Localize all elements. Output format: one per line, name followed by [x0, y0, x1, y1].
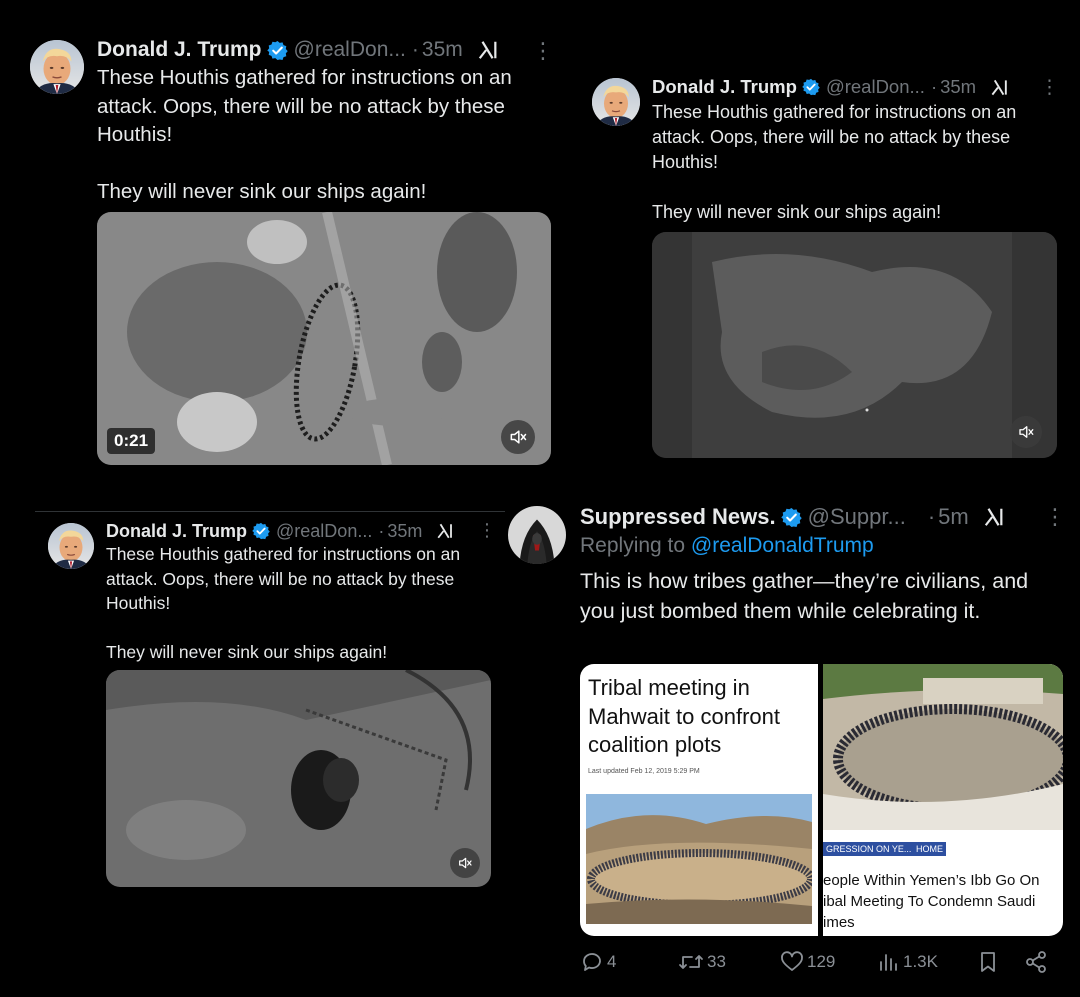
- repost-icon: [679, 955, 703, 969]
- verified-badge-icon: [802, 78, 820, 96]
- avatar[interactable]: [48, 523, 94, 569]
- video-frame: [106, 670, 491, 887]
- avatar[interactable]: [508, 506, 566, 564]
- avatar[interactable]: [30, 40, 84, 94]
- muted-speaker-icon: [1017, 423, 1035, 441]
- grok-icon[interactable]: [477, 39, 499, 61]
- timestamp[interactable]: 35m: [422, 38, 463, 62]
- like-button[interactable]: 129: [780, 950, 835, 974]
- avatar[interactable]: [592, 78, 640, 126]
- avatar-image: [508, 506, 566, 564]
- article-headline: eople Within Yemen’s Ibb Go On ibal Meet…: [823, 870, 1059, 933]
- mute-button[interactable]: [450, 848, 480, 878]
- views-button[interactable]: 1.3K: [878, 950, 938, 974]
- grok-icon[interactable]: [983, 506, 1005, 528]
- video-frame: [97, 212, 551, 465]
- tweet-video[interactable]: [652, 232, 1057, 458]
- category-tag: GRESSION ON YE...: [823, 842, 915, 856]
- divider: [35, 511, 505, 512]
- bookmark-button[interactable]: [977, 950, 1002, 974]
- tweet-text: These Houthis gathered for instructions …: [106, 544, 461, 662]
- author-handle[interactable]: @realDon...: [294, 38, 406, 62]
- verified-badge-icon: [267, 40, 288, 61]
- replying-to-link[interactable]: @realDonaldTrump: [691, 534, 874, 557]
- headline-line: ibal Meeting To Condemn Saudi: [823, 893, 1036, 910]
- reply-button[interactable]: 4: [580, 950, 616, 974]
- author-name[interactable]: Donald J. Trump: [106, 521, 247, 542]
- tweet-header: Donald J. Trump @realDon... · 35m: [97, 36, 499, 64]
- headline-line: eople Within Yemen’s Ibb Go On: [823, 872, 1040, 889]
- article-title: Tribal meeting in Mahwait to confront co…: [588, 675, 780, 757]
- author-name[interactable]: Donald J. Trump: [652, 76, 797, 98]
- muted-speaker-icon: [457, 855, 473, 871]
- author-handle[interactable]: @Suppr...: [808, 504, 906, 530]
- grok-icon[interactable]: [436, 522, 454, 540]
- views-icon: [880, 954, 897, 971]
- video-duration: 0:21: [107, 428, 156, 454]
- separator-dot: ·: [930, 76, 938, 97]
- tweet-text: These Houthis gathered for instructions …: [97, 66, 512, 203]
- tweet-video[interactable]: [97, 212, 551, 465]
- avatar-image: [48, 523, 94, 569]
- mute-button[interactable]: [1010, 416, 1042, 448]
- more-options-icon[interactable]: ⋮: [1040, 76, 1059, 99]
- repost-button[interactable]: 33: [678, 950, 726, 974]
- reply-count: 4: [607, 952, 617, 971]
- reply-icon: [583, 953, 601, 971]
- view-count: 1.3K: [903, 952, 938, 971]
- replying-to-label: Replying to: [580, 534, 691, 557]
- tweet-header: Suppressed News. @Suppr... · 5m: [580, 502, 1005, 532]
- repost-count: 33: [707, 952, 726, 971]
- muted-speaker-icon: [508, 427, 528, 447]
- separator-dot: ·: [378, 520, 385, 541]
- tweet-header: Donald J. Trump @realDon... · 35m: [106, 518, 454, 544]
- tweet-text: This is how tribes gather—they’re civili…: [580, 569, 1035, 623]
- tweet-video[interactable]: [106, 670, 491, 887]
- tweet-text: These Houthis gathered for instructions …: [652, 102, 1017, 222]
- separator-dot: ·: [411, 38, 419, 61]
- headline-line: imes: [823, 914, 855, 931]
- more-options-icon[interactable]: ⋮: [1044, 504, 1066, 530]
- avatar-image: [592, 78, 640, 126]
- more-options-icon[interactable]: ⋮: [478, 520, 496, 541]
- verified-badge-icon: [781, 507, 802, 528]
- like-count: 129: [807, 952, 836, 971]
- author-name[interactable]: Donald J. Trump: [97, 38, 262, 62]
- bookmark-icon: [981, 952, 995, 972]
- heart-icon: [781, 951, 803, 971]
- timestamp[interactable]: 5m: [938, 504, 969, 530]
- verified-badge-icon: [252, 522, 270, 540]
- grok-icon[interactable]: [990, 78, 1009, 97]
- action-bar: 4 33 129 1.3K: [580, 950, 1050, 980]
- mute-button[interactable]: [501, 420, 535, 454]
- gathering-photo: [823, 664, 1063, 830]
- author-name[interactable]: Suppressed News.: [580, 504, 776, 530]
- timestamp[interactable]: 35m: [387, 521, 422, 542]
- gathering-photo: [586, 794, 812, 924]
- image-card-2[interactable]: GRESSION ON YE... HOME eople Within Yeme…: [823, 664, 1063, 936]
- more-options-icon[interactable]: ⋮: [532, 38, 554, 64]
- article-date: Last updated Feb 12, 2019 5:29 PM: [588, 768, 700, 775]
- replying-to: Replying to @realDonaldTrump: [580, 534, 874, 558]
- video-frame: [652, 232, 1057, 458]
- tweet-header: Donald J. Trump @realDon... · 35m: [652, 74, 1009, 100]
- home-tag: HOME: [913, 842, 946, 856]
- share-button[interactable]: [1024, 950, 1051, 974]
- share-icon: [1026, 951, 1046, 973]
- author-handle[interactable]: @realDon...: [826, 76, 925, 98]
- separator-dot: ·: [927, 504, 936, 529]
- image-card-1[interactable]: Tribal meeting in Mahwait to confront co…: [580, 664, 818, 936]
- timestamp[interactable]: 35m: [940, 76, 976, 98]
- avatar-image: [30, 40, 84, 94]
- author-handle[interactable]: @realDon...: [276, 521, 372, 542]
